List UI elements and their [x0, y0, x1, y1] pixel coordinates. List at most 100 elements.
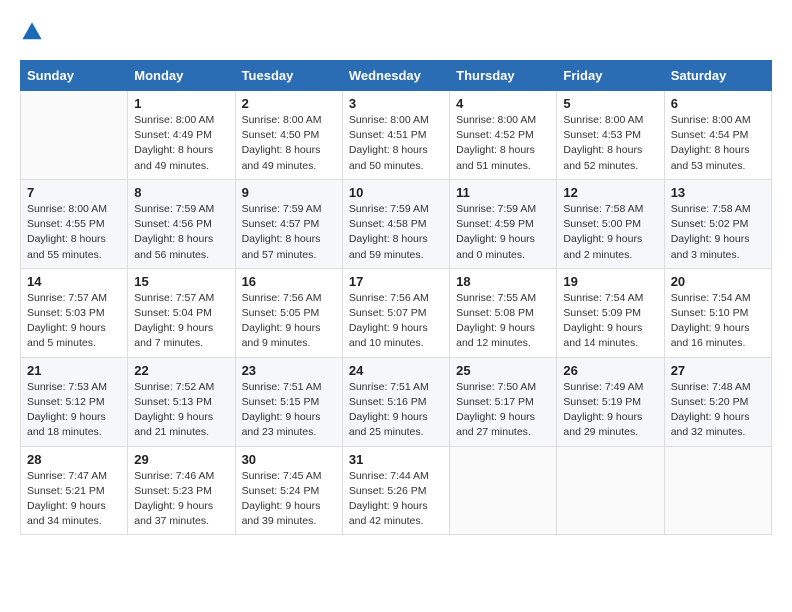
calendar-cell: 30 Sunrise: 7:45 AMSunset: 5:24 PMDayligh…	[235, 446, 342, 535]
day-number: 30	[242, 452, 336, 467]
calendar-week-0: 1 Sunrise: 8:00 AMSunset: 4:49 PMDaylight…	[21, 91, 772, 180]
day-info: Sunrise: 7:57 AMSunset: 5:03 PMDaylight:…	[27, 291, 121, 352]
day-info: Sunrise: 7:51 AMSunset: 5:15 PMDaylight:…	[242, 380, 336, 441]
day-number: 1	[134, 96, 228, 111]
day-info: Sunrise: 7:45 AMSunset: 5:24 PMDaylight:…	[242, 469, 336, 530]
day-number: 13	[671, 185, 765, 200]
calendar-week-2: 14 Sunrise: 7:57 AMSunset: 5:03 PMDayligh…	[21, 268, 772, 357]
calendar-cell: 25 Sunrise: 7:50 AMSunset: 5:17 PMDayligh…	[450, 357, 557, 446]
calendar-cell: 4Sunrise: 8:00 AMSunset: 4:52 PMDaylight…	[450, 91, 557, 180]
day-info: Sunrise: 7:54 AMSunset: 5:09 PMDaylight:…	[563, 291, 657, 352]
day-number: 25	[456, 363, 550, 378]
day-number: 23	[242, 363, 336, 378]
calendar-week-3: 21 Sunrise: 7:53 AMSunset: 5:12 PMDayligh…	[21, 357, 772, 446]
calendar-cell: 9 Sunrise: 7:59 AMSunset: 4:57 PMDaylight…	[235, 179, 342, 268]
day-number: 8	[134, 185, 228, 200]
day-number: 20	[671, 274, 765, 289]
calendar-cell: 7 Sunrise: 8:00 AMSunset: 4:55 PMDaylight…	[21, 179, 128, 268]
day-info: Sunrise: 8:00 AMSunset: 4:52 PMDaylight:…	[456, 113, 550, 174]
calendar-cell	[664, 446, 771, 535]
calendar-cell: 1 Sunrise: 8:00 AMSunset: 4:49 PMDaylight…	[128, 91, 235, 180]
day-info: Sunrise: 8:00 AMSunset: 4:49 PMDaylight:…	[134, 113, 228, 174]
calendar-cell: 16 Sunrise: 7:56 AMSunset: 5:05 PMDayligh…	[235, 268, 342, 357]
day-info: Sunrise: 7:55 AMSunset: 5:08 PMDaylight:…	[456, 291, 550, 352]
day-number: 26	[563, 363, 657, 378]
logo-icon	[20, 20, 44, 44]
day-number: 10	[349, 185, 443, 200]
calendar-cell: 23 Sunrise: 7:51 AMSunset: 5:15 PMDayligh…	[235, 357, 342, 446]
day-info: Sunrise: 7:52 AMSunset: 5:13 PMDaylight:…	[134, 380, 228, 441]
day-number: 16	[242, 274, 336, 289]
day-info: Sunrise: 8:00 AMSunset: 4:54 PMDaylight:…	[671, 113, 765, 174]
day-info: Sunrise: 7:54 AMSunset: 5:10 PMDaylight:…	[671, 291, 765, 352]
day-info: Sunrise: 7:56 AMSunset: 5:07 PMDaylight:…	[349, 291, 443, 352]
column-header-wednesday: Wednesday	[342, 61, 449, 91]
day-info: Sunrise: 8:00 AMSunset: 4:50 PMDaylight:…	[242, 113, 336, 174]
day-info: Sunrise: 7:58 AMSunset: 5:00 PMDaylight:…	[563, 202, 657, 263]
calendar-cell	[557, 446, 664, 535]
calendar-cell: 28Sunrise: 7:47 AMSunset: 5:21 PMDayligh…	[21, 446, 128, 535]
day-number: 21	[27, 363, 121, 378]
calendar-cell: 27 Sunrise: 7:48 AMSunset: 5:20 PMDayligh…	[664, 357, 771, 446]
day-number: 14	[27, 274, 121, 289]
calendar-week-4: 28Sunrise: 7:47 AMSunset: 5:21 PMDayligh…	[21, 446, 772, 535]
day-info: Sunrise: 7:47 AMSunset: 5:21 PMDaylight:…	[27, 469, 121, 530]
calendar-cell: 22Sunrise: 7:52 AMSunset: 5:13 PMDayligh…	[128, 357, 235, 446]
day-number: 19	[563, 274, 657, 289]
calendar-cell: 24 Sunrise: 7:51 AMSunset: 5:16 PMDayligh…	[342, 357, 449, 446]
calendar-cell: 20 Sunrise: 7:54 AMSunset: 5:10 PMDayligh…	[664, 268, 771, 357]
day-number: 24	[349, 363, 443, 378]
column-header-sunday: Sunday	[21, 61, 128, 91]
calendar-cell	[450, 446, 557, 535]
calendar-cell: 15 Sunrise: 7:57 AMSunset: 5:04 PMDayligh…	[128, 268, 235, 357]
calendar-cell: 11 Sunrise: 7:59 AMSunset: 4:59 PMDayligh…	[450, 179, 557, 268]
calendar-cell: 10 Sunrise: 7:59 AMSunset: 4:58 PMDayligh…	[342, 179, 449, 268]
day-info: Sunrise: 7:49 AMSunset: 5:19 PMDaylight:…	[563, 380, 657, 441]
page-header	[20, 20, 772, 44]
day-number: 18	[456, 274, 550, 289]
calendar-cell: 6 Sunrise: 8:00 AMSunset: 4:54 PMDaylight…	[664, 91, 771, 180]
day-number: 3	[349, 96, 443, 111]
calendar-cell: 14 Sunrise: 7:57 AMSunset: 5:03 PMDayligh…	[21, 268, 128, 357]
day-info: Sunrise: 7:50 AMSunset: 5:17 PMDaylight:…	[456, 380, 550, 441]
day-number: 29	[134, 452, 228, 467]
day-info: Sunrise: 7:57 AMSunset: 5:04 PMDaylight:…	[134, 291, 228, 352]
calendar-cell: 2Sunrise: 8:00 AMSunset: 4:50 PMDaylight…	[235, 91, 342, 180]
day-number: 27	[671, 363, 765, 378]
day-info: Sunrise: 7:48 AMSunset: 5:20 PMDaylight:…	[671, 380, 765, 441]
day-info: Sunrise: 7:58 AMSunset: 5:02 PMDaylight:…	[671, 202, 765, 263]
day-info: Sunrise: 7:59 AMSunset: 4:58 PMDaylight:…	[349, 202, 443, 263]
calendar-cell: 18 Sunrise: 7:55 AMSunset: 5:08 PMDayligh…	[450, 268, 557, 357]
day-info: Sunrise: 7:56 AMSunset: 5:05 PMDaylight:…	[242, 291, 336, 352]
day-number: 6	[671, 96, 765, 111]
day-number: 7	[27, 185, 121, 200]
calendar-cell: 3Sunrise: 8:00 AMSunset: 4:51 PMDaylight…	[342, 91, 449, 180]
day-number: 15	[134, 274, 228, 289]
day-number: 31	[349, 452, 443, 467]
calendar-cell	[21, 91, 128, 180]
calendar-week-1: 7 Sunrise: 8:00 AMSunset: 4:55 PMDaylight…	[21, 179, 772, 268]
calendar-cell: 29Sunrise: 7:46 AMSunset: 5:23 PMDayligh…	[128, 446, 235, 535]
column-header-monday: Monday	[128, 61, 235, 91]
calendar-table: SundayMondayTuesdayWednesdayThursdayFrid…	[20, 60, 772, 535]
calendar-cell: 31 Sunrise: 7:44 AMSunset: 5:26 PMDayligh…	[342, 446, 449, 535]
day-info: Sunrise: 8:00 AMSunset: 4:55 PMDaylight:…	[27, 202, 121, 263]
calendar-cell: 21 Sunrise: 7:53 AMSunset: 5:12 PMDayligh…	[21, 357, 128, 446]
column-header-thursday: Thursday	[450, 61, 557, 91]
day-number: 9	[242, 185, 336, 200]
day-info: Sunrise: 7:44 AMSunset: 5:26 PMDaylight:…	[349, 469, 443, 530]
column-header-saturday: Saturday	[664, 61, 771, 91]
calendar-cell: 8Sunrise: 7:59 AMSunset: 4:56 PMDaylight…	[128, 179, 235, 268]
day-number: 12	[563, 185, 657, 200]
day-info: Sunrise: 7:59 AMSunset: 4:57 PMDaylight:…	[242, 202, 336, 263]
calendar-cell: 26 Sunrise: 7:49 AMSunset: 5:19 PMDayligh…	[557, 357, 664, 446]
calendar-cell: 13 Sunrise: 7:58 AMSunset: 5:02 PMDayligh…	[664, 179, 771, 268]
day-info: Sunrise: 7:53 AMSunset: 5:12 PMDaylight:…	[27, 380, 121, 441]
day-number: 11	[456, 185, 550, 200]
day-info: Sunrise: 7:59 AMSunset: 4:59 PMDaylight:…	[456, 202, 550, 263]
column-header-friday: Friday	[557, 61, 664, 91]
calendar-cell: 17Sunrise: 7:56 AMSunset: 5:07 PMDayligh…	[342, 268, 449, 357]
day-info: Sunrise: 7:51 AMSunset: 5:16 PMDaylight:…	[349, 380, 443, 441]
day-number: 5	[563, 96, 657, 111]
day-info: Sunrise: 8:00 AMSunset: 4:53 PMDaylight:…	[563, 113, 657, 174]
